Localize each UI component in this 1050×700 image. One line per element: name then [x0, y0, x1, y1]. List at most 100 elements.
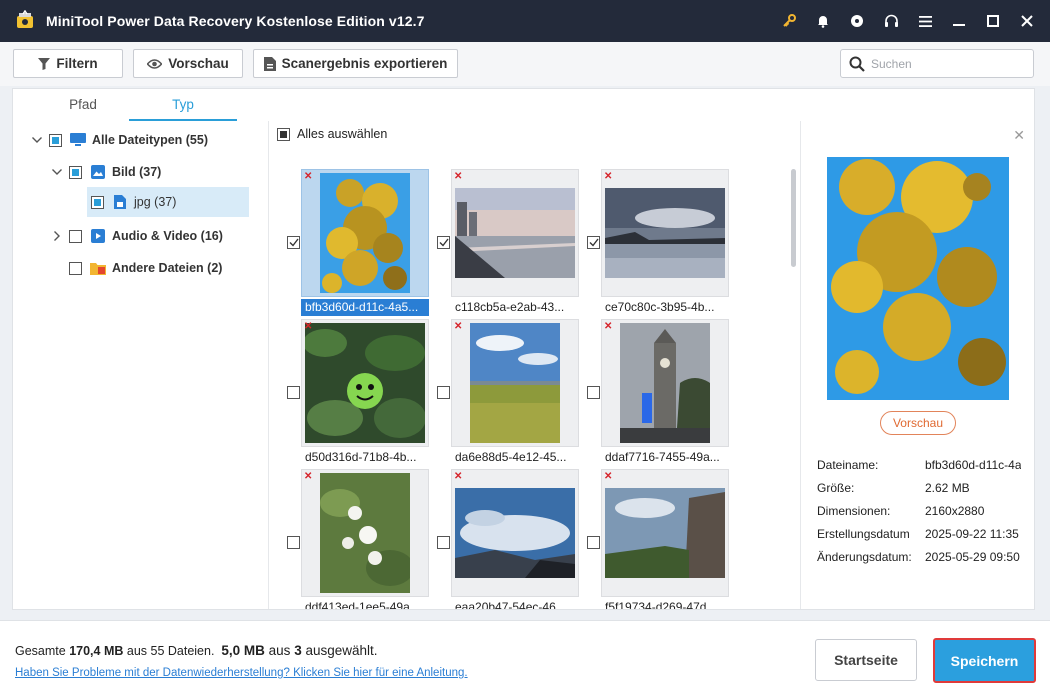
- select-all[interactable]: Alles auswählen: [277, 127, 387, 141]
- headset-icon[interactable]: [874, 0, 908, 42]
- file-thumbnail[interactable]: ✕: [301, 319, 429, 447]
- preview-button[interactable]: Vorschau: [880, 411, 956, 435]
- tree-label: Audio & Video (16): [112, 229, 223, 243]
- file-thumbnail[interactable]: ✕: [601, 169, 729, 297]
- chevron-down-icon[interactable]: [49, 169, 65, 175]
- deleted-marker-icon: ✕: [604, 471, 613, 482]
- file-thumbnail[interactable]: ✕: [301, 469, 429, 597]
- tree-checkbox[interactable]: [69, 165, 82, 179]
- file-tile[interactable]: ✕ bfb3d60d-d11c-4a5...: [281, 169, 431, 319]
- divider: [800, 121, 801, 609]
- file-checkbox[interactable]: [587, 536, 600, 549]
- meta-value: 2025-05-29 09:50: [925, 550, 1020, 564]
- disc-icon[interactable]: [840, 0, 874, 42]
- file-checkbox[interactable]: [287, 536, 300, 549]
- file-checkbox[interactable]: [437, 386, 450, 399]
- menu-icon[interactable]: [908, 0, 942, 42]
- main-panel: Pfad Typ Alle Dateitypen (55) Bild (37) …: [12, 88, 1035, 610]
- file-thumbnail[interactable]: ✕: [451, 319, 579, 447]
- select-all-checkbox[interactable]: [277, 127, 290, 141]
- meta-key: Erstellungsdatum: [817, 527, 910, 541]
- file-thumbnail[interactable]: ✕: [601, 319, 729, 447]
- maximize-icon[interactable]: [976, 0, 1010, 42]
- file-tile[interactable]: ✕ d50d316d-71b8-4b...: [281, 319, 431, 469]
- file-tile[interactable]: ✕ f5f19734-d269-47d...: [581, 469, 731, 609]
- tree-checkbox[interactable]: [69, 261, 82, 275]
- file-checkbox[interactable]: [437, 536, 450, 549]
- search-input[interactable]: [871, 56, 1021, 71]
- tree-checkbox[interactable]: [49, 133, 62, 147]
- close-preview-icon[interactable]: ✕: [1013, 127, 1025, 144]
- filter-label: Filtern: [56, 56, 98, 71]
- file-tile[interactable]: ✕ eaa20b47-54ec-46...: [431, 469, 581, 609]
- meta-key: Dateiname:: [817, 458, 879, 472]
- deleted-marker-icon: ✕: [304, 321, 313, 332]
- file-checkbox[interactable]: [587, 386, 600, 399]
- search-box[interactable]: [840, 49, 1034, 78]
- file-thumbnail[interactable]: ✕: [601, 469, 729, 597]
- preview-toolbar-button[interactable]: Vorschau: [133, 49, 243, 78]
- folder-icon: [90, 260, 106, 276]
- help-link[interactable]: Haben Sie Probleme mit der Datenwiederhe…: [15, 667, 468, 679]
- file-tile[interactable]: ✕ ddaf7716-7455-49a...: [581, 319, 731, 469]
- file-thumbnail[interactable]: ✕: [451, 169, 579, 297]
- file-checkbox[interactable]: [287, 236, 300, 249]
- tree-item-jpg[interactable]: jpg (37): [87, 187, 249, 217]
- export-scan-button[interactable]: Scanergebnis exportieren: [253, 49, 458, 78]
- deleted-marker-icon: ✕: [604, 321, 613, 332]
- tab-typ[interactable]: Typ: [129, 95, 237, 121]
- tree-checkbox[interactable]: [69, 229, 82, 243]
- file-tile[interactable]: ✕ ddf413ed-1ee5-49a...: [281, 469, 431, 609]
- meta-value: 2160x2880: [925, 504, 985, 518]
- file-tile[interactable]: ✕ da6e88d5-4e12-45...: [431, 319, 581, 469]
- deleted-marker-icon: ✕: [454, 471, 463, 482]
- file-tile[interactable]: ✕ c118cb5a-e2ab-43...: [431, 169, 581, 319]
- minimize-icon[interactable]: [942, 0, 976, 42]
- eye-icon: [147, 58, 163, 69]
- chevron-right-icon[interactable]: [49, 231, 65, 241]
- meta-size: Größe: 2.62 MB: [817, 479, 1021, 497]
- tree-item-all-types[interactable]: Alle Dateitypen (55): [29, 125, 265, 155]
- select-all-label: Alles auswählen: [297, 127, 388, 141]
- search-icon: [849, 56, 865, 72]
- summary-selected-size: 5,0 MB: [221, 643, 265, 658]
- tree-label: Andere Dateien (2): [112, 261, 223, 275]
- tree-label: jpg (37): [134, 195, 177, 209]
- toolbar: Filtern Vorschau Scanergebnis exportiere…: [0, 42, 1050, 86]
- file-checkbox[interactable]: [437, 236, 450, 249]
- filter-button[interactable]: Filtern: [13, 49, 123, 78]
- tree-checkbox[interactable]: [91, 195, 104, 209]
- file-checkbox[interactable]: [287, 386, 300, 399]
- export-scan-label: Scanergebnis exportieren: [281, 56, 448, 71]
- meta-modified: Änderungsdatum: 2025-05-29 09:50: [817, 548, 1021, 566]
- preview-panel: ✕ Vorschau Dateiname: bfb3d60d-d11c-4a5 G…: [803, 121, 1033, 609]
- filter-icon: [38, 57, 51, 70]
- file-thumbnail[interactable]: ✕: [301, 169, 429, 297]
- meta-value: bfb3d60d-d11c-4a5: [925, 458, 1021, 472]
- tree-label: Bild (37): [112, 165, 162, 179]
- grid-scrollbar[interactable]: [791, 169, 796, 267]
- meta-value: 2025-09-22 11:35: [925, 527, 1019, 541]
- bell-icon[interactable]: [806, 0, 840, 42]
- home-button[interactable]: Startseite: [815, 639, 917, 681]
- tree-item-image[interactable]: Bild (37): [49, 157, 265, 187]
- deleted-marker-icon: ✕: [304, 171, 313, 182]
- chevron-down-icon[interactable]: [29, 137, 45, 143]
- key-icon[interactable]: [772, 0, 806, 42]
- deleted-marker-icon: ✕: [454, 321, 463, 332]
- save-button[interactable]: Speichern: [933, 638, 1036, 683]
- window-title: MiniTool Power Data Recovery Kostenlose …: [46, 13, 425, 29]
- meta-filename: Dateiname: bfb3d60d-d11c-4a5: [817, 456, 1021, 474]
- tree-item-audio-video[interactable]: Audio & Video (16): [49, 221, 265, 251]
- deleted-marker-icon: ✕: [304, 471, 313, 482]
- tree-item-other-files[interactable]: Andere Dateien (2): [69, 253, 265, 283]
- monitor-icon: [70, 132, 86, 148]
- close-icon[interactable]: [1010, 0, 1044, 42]
- tab-pfad[interactable]: Pfad: [29, 95, 137, 121]
- file-checkbox[interactable]: [587, 236, 600, 249]
- file-tile[interactable]: ✕ ce70c80c-3b95-4b...: [581, 169, 731, 319]
- file-name: f5f19734-d269-47d...: [605, 600, 717, 609]
- file-thumbnail[interactable]: ✕: [451, 469, 579, 597]
- meta-key: Größe:: [817, 481, 855, 495]
- tree-label: Alle Dateitypen (55): [92, 133, 209, 147]
